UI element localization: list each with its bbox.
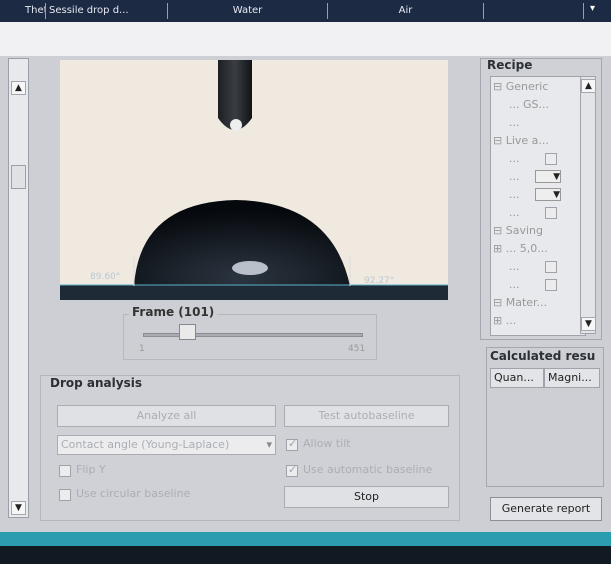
frame-max-label: 451 (348, 344, 366, 354)
tree-leaf-label: ... (509, 206, 520, 219)
circular-baseline-checkbox[interactable] (59, 489, 71, 501)
drop-image (60, 60, 448, 300)
tree-node-live[interactable]: ⊟ Live a... (493, 133, 549, 149)
right-contact-angle: 92.27° (364, 276, 395, 286)
calculated-results-title: Calculated resu (490, 349, 596, 363)
header-cell-measurement[interactable]: Sessile drop d... (46, 3, 168, 19)
tree-node-label: Live a... (505, 134, 549, 147)
tree-node-generic[interactable]: ⊟ Generic (493, 79, 548, 95)
header-dropdown-icon[interactable]: ▾ (590, 4, 600, 14)
stop-button[interactable]: Stop (284, 486, 449, 508)
chevron-down-icon[interactable]: ▼ (535, 188, 561, 201)
automatic-baseline-label: Use automatic baseline (303, 463, 433, 476)
scroll-down-icon[interactable]: ▼ (11, 501, 26, 515)
scroll-thumb[interactable] (11, 165, 26, 189)
generate-report-button[interactable]: Generate report (490, 497, 602, 521)
drop-analysis-title: Drop analysis (50, 376, 142, 390)
header-cell-liquid[interactable]: Water (168, 3, 328, 19)
tree-node-saving-item[interactable]: ⊞ ... 5,0... (493, 241, 548, 257)
tree-leaf-label: ... (509, 278, 520, 291)
tree-leaf[interactable]: ... (509, 277, 557, 293)
left-contact-angle: 89.60° (90, 272, 121, 282)
tree-leaf[interactable]: ... ▼ (509, 169, 561, 185)
recipe-tree[interactable]: ⊟ Generic ... GS... ... ⊟ Live a... ... … (490, 76, 586, 336)
header-cell-empty[interactable] (484, 3, 584, 19)
tree-node-material-item[interactable]: ⊞ ... (493, 313, 516, 329)
top-column-header: Theta Sessile drop d... Water Air ▾ (0, 0, 611, 22)
chevron-down-icon: ▾ (266, 438, 272, 451)
tree-leaf[interactable]: ... ▼ (509, 187, 561, 203)
tree-node-label: Saving (505, 224, 543, 237)
tree-node-label: ... (505, 314, 517, 327)
tree-leaf[interactable]: ... GS... (509, 97, 549, 113)
tree-leaf[interactable]: ... (509, 115, 520, 131)
allow-tilt-label: Allow tilt (303, 437, 351, 450)
header-cell-theta[interactable]: Theta (22, 3, 46, 19)
frame-slider-track[interactable] (143, 333, 363, 337)
tree-leaf-label: ... (509, 188, 520, 201)
analysis-method-value: Contact angle (Young-Laplace) (61, 438, 230, 451)
scroll-up-icon[interactable]: ▲ (11, 81, 26, 95)
tree-checkbox[interactable] (545, 207, 557, 219)
tree-leaf-label: ... (509, 170, 520, 183)
tree-leaf[interactable]: ... (509, 205, 557, 221)
column-header-quantity[interactable]: Quan... (490, 368, 544, 388)
taskbar (0, 546, 611, 564)
tree-checkbox[interactable] (545, 261, 557, 273)
header-cell-medium[interactable]: Air (328, 3, 484, 19)
flip-y-checkbox[interactable] (59, 465, 71, 477)
frame-title: Frame (101) (129, 305, 218, 319)
allow-tilt-checkbox[interactable] (286, 437, 298, 451)
frame-slider-thumb[interactable] (179, 324, 196, 340)
drop-image-graphic (60, 60, 448, 300)
tree-leaf-label: ... (509, 152, 520, 165)
chevron-down-icon[interactable]: ▼ (535, 170, 561, 183)
column-header-magnitude[interactable]: Magni... (544, 368, 600, 388)
tree-node-label: ... 5,0... (505, 242, 548, 255)
tree-node-label: Generic (505, 80, 549, 93)
tree-checkbox[interactable] (545, 153, 557, 165)
scroll-down-icon[interactable]: ▼ (581, 317, 596, 331)
left-scrollbar[interactable]: ▲ ▼ (8, 58, 29, 518)
tree-node-material[interactable]: ⊟ Mater... (493, 295, 547, 311)
circular-baseline-label: Use circular baseline (76, 487, 191, 500)
frame-group (123, 314, 377, 360)
analyze-all-button[interactable]: Analyze all (57, 405, 276, 427)
tree-checkbox[interactable] (545, 279, 557, 291)
toolbar-strip (0, 22, 611, 56)
analysis-method-select[interactable]: Contact angle (Young-Laplace) ▾ (57, 435, 276, 455)
scroll-up-icon[interactable]: ▲ (581, 79, 596, 93)
tree-leaf[interactable]: ... (509, 259, 557, 275)
taskbar-accent (0, 532, 611, 546)
recipe-title: Recipe (487, 58, 533, 72)
test-autobaseline-button[interactable]: Test autobaseline (284, 405, 449, 427)
automatic-baseline-checkbox[interactable] (286, 463, 298, 477)
tree-node-saving[interactable]: ⊟ Saving (493, 223, 543, 239)
tree-leaf[interactable]: ... (509, 151, 557, 167)
recipe-scrollbar[interactable]: ▲ ▼ (580, 76, 596, 334)
frame-min-label: 1 (139, 344, 145, 354)
flip-y-label: Flip Y (76, 463, 106, 476)
tree-node-label: Mater... (505, 296, 548, 309)
tree-leaf-label: ... (509, 260, 520, 273)
